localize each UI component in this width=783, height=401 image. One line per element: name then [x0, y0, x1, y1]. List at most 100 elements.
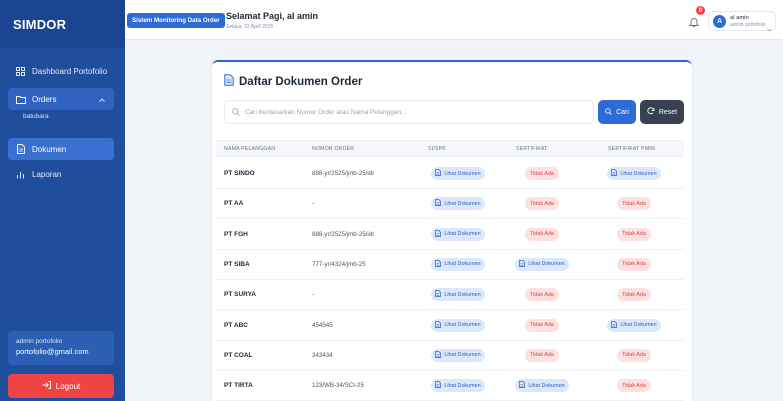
not-available-badge: Tidak Ada [525, 197, 559, 211]
document-list-card: Daftar Dokumen Order Cari Reset NAMA PEL… [212, 60, 692, 401]
chevron-down-icon [767, 19, 772, 37]
document-icon [519, 381, 526, 390]
cell-nama-pelanggan: PT SURYA [224, 291, 257, 299]
sidebar-item-label: Orders [32, 94, 57, 104]
reset-button[interactable]: Reset [640, 100, 684, 124]
view-document-button[interactable]: Lihat Dokumen [607, 167, 661, 180]
view-document-button[interactable]: Lihat Dokumen [431, 348, 485, 362]
table-row: PT SINDO 888-yr/2525/jmb-25/idr Lihat Doku… [216, 159, 684, 189]
not-available-badge: Tidak Ada [617, 227, 651, 241]
search-icon [232, 103, 240, 121]
header-user-role: admin portofolio [730, 22, 766, 28]
sidebar-user-name: admin portofolio [16, 338, 63, 345]
table-row: PT AA - Lihat Dokumen Tidak Ada Tidak Ada [216, 189, 684, 220]
badge-label-sertifikat: Tidak Ada [530, 322, 554, 328]
not-available-badge: Tidak Ada [525, 348, 559, 362]
avatar: A [713, 15, 726, 28]
sidebar-item-dashboard-portofolio[interactable]: Dashboard Portofolio [8, 60, 114, 82]
badge-label-si-spk: Lihat Dokumen [444, 322, 481, 328]
cell-nomor-order: 888-yr/2525/jmb-25/idr [312, 170, 375, 177]
search-button[interactable]: Cari [598, 100, 636, 124]
sidebar-item-label: Dokumen [32, 144, 67, 154]
bar-chart-icon [15, 169, 26, 180]
folder-icon [15, 94, 26, 105]
search-icon [605, 107, 612, 117]
document-icon [435, 381, 442, 390]
badge-label-sertifikat-pm06: Tidak Ada [622, 231, 646, 238]
cell-nama-pelanggan: PT COAL [224, 351, 253, 359]
not-available-badge: Tidak Ada [617, 288, 651, 302]
document-icon [435, 229, 442, 239]
view-document-button[interactable]: Lihat Dokumen [431, 197, 485, 211]
view-document-button[interactable]: Lihat Dokumen [431, 227, 485, 241]
document-icon [435, 290, 442, 299]
badge-label-sertifikat-pm06: Lihat Dokumen [620, 322, 657, 328]
view-document-button[interactable]: Lihat Dokumen [607, 318, 661, 332]
cell-nomor-order: - [312, 200, 315, 208]
view-document-button[interactable]: Lihat Dokumen [431, 257, 485, 271]
sidebar-item-dokumen[interactable]: Dokumen [8, 138, 114, 160]
app-name-badge: Sistem Monitoring Data Order [127, 13, 225, 28]
current-date: Selasa, 22 April 2025 [226, 24, 274, 30]
not-available-badge: Tidak Ada [525, 167, 559, 180]
cell-nomor-order: 454545 [312, 321, 333, 329]
sidebar-user-email: portofolio@gmail.com [16, 347, 89, 356]
badge-label-sertifikat-pm06: Tidak Ada [622, 200, 646, 207]
grid-icon [15, 66, 26, 77]
top-header: Sistem Monitoring Data Order Selamat Pag… [125, 0, 783, 40]
view-document-button[interactable]: Lihat Dokumen [431, 288, 485, 302]
badge-label-sertifikat-pm06: Tidak Ada [622, 261, 646, 268]
not-available-badge: Tidak Ada [617, 257, 651, 271]
table-row: PT COAL 343434 Lihat Dokumen Tidak Ada Tidak… [216, 341, 684, 371]
page-title: Daftar Dokumen Order [224, 74, 362, 89]
table-header: NAMA PELANGGAN NOMOR ORDER SI/SPK SERTIF… [216, 140, 684, 157]
brand-logo[interactable]: SIMDOR [0, 0, 125, 48]
badge-label-sertifikat: Tidak Ada [530, 170, 554, 177]
badge-label-sertifikat: Tidak Ada [530, 352, 554, 359]
table-row: PT FGH 888-yr/2525/jmb-25/idr Lihat Dokume… [216, 220, 684, 250]
notification-count-badge: 0 [696, 6, 705, 15]
badge-label-si-spk: Lihat Dokumen [444, 352, 481, 359]
badge-label-sertifikat-pm06: Lihat Dokumen [620, 170, 657, 177]
badge-label-si-spk: Lihat Dokumen [444, 170, 481, 177]
document-icon [435, 169, 442, 178]
logout-button[interactable]: Logout [8, 374, 114, 398]
cell-nomor-order: 888-yr/2525/jmb-25/idr [312, 230, 375, 238]
header-user-name: al amin [730, 15, 749, 21]
column-header: NAMA PELANGGAN [224, 146, 276, 152]
column-header: SI/SPK [428, 146, 446, 152]
sidebar: SIMDOR Dashboard Portofolio Orders batub… [0, 0, 125, 401]
badge-label-si-spk: Lihat Dokumen [444, 261, 481, 268]
cell-nomor-order: 777-yr/4324/jmb-25 [312, 260, 366, 268]
column-header: SERTIFIKAT PM06 [608, 146, 656, 152]
sidebar-item-label: Dashboard Portofolio [32, 66, 108, 76]
view-document-button[interactable]: Lihat Dokumen [431, 318, 485, 332]
search-box [224, 100, 594, 124]
not-available-badge: Tidak Ada [617, 197, 651, 211]
sidebar-item-orders[interactable]: Orders [8, 88, 114, 110]
search-input[interactable] [245, 108, 585, 116]
logout-icon [42, 381, 51, 391]
not-available-badge: Tidak Ada [617, 348, 651, 362]
document-icon [435, 199, 442, 208]
sidebar-item-laporan[interactable]: Laporan [8, 163, 114, 185]
badge-label-si-spk: Lihat Dokumen [444, 382, 481, 389]
sidebar-item-label: Laporan [32, 169, 62, 179]
view-document-button[interactable]: Lihat Dokumen [515, 257, 569, 271]
sidebar-subitem-batubara[interactable]: batubara [23, 113, 49, 120]
cell-nama-pelanggan: PT SINDO [224, 170, 255, 177]
badge-label-si-spk: Lihat Dokumen [444, 200, 481, 207]
logout-label: Logout [55, 381, 81, 391]
view-document-button[interactable]: Lihat Dokumen [431, 167, 485, 180]
cell-nama-pelanggan: PT AA [224, 200, 244, 208]
not-available-badge: Tidak Ada [525, 227, 559, 241]
view-document-button[interactable]: Lihat Dokumen [431, 379, 485, 393]
document-icon [435, 350, 442, 360]
badge-label-sertifikat-pm06: Tidak Ada [622, 382, 646, 389]
column-header: SERTIFIKAT [516, 146, 548, 152]
cell-nomor-order: - [312, 291, 315, 299]
column-header: NOMOR ORDER [312, 146, 355, 152]
view-document-button[interactable]: Lihat Dokumen [515, 379, 569, 393]
user-menu-button[interactable]: A al amin admin portofolio [708, 11, 776, 32]
bell-icon[interactable] [688, 15, 700, 27]
